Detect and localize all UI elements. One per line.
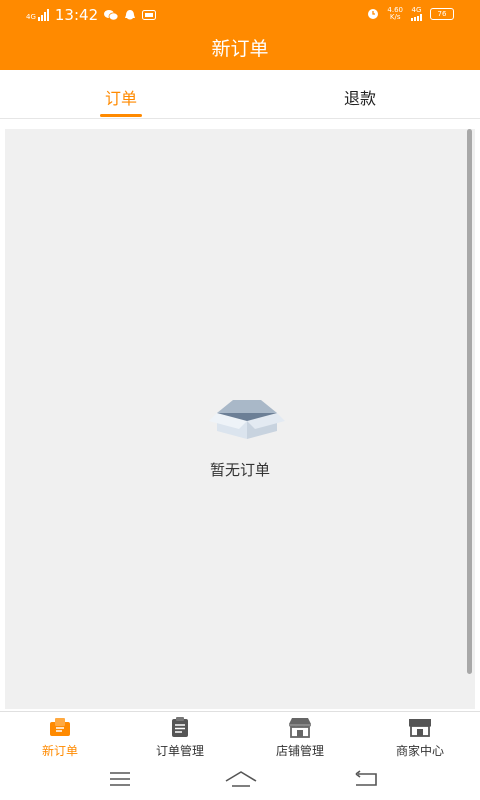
bottom-navigation: 新订单 订单管理 店铺管理 商家中心: [0, 711, 480, 764]
network-indicator: 4G: [26, 9, 49, 21]
active-tab-indicator: [100, 114, 142, 117]
store-icon: [289, 718, 311, 738]
tab-orders[interactable]: 订单: [100, 77, 142, 118]
battery-icon: 76: [430, 8, 454, 20]
nav-item-merchant-center[interactable]: 商家中心: [360, 716, 480, 759]
nav-label-store-management: 店铺管理: [275, 744, 324, 758]
nav-label-merchant-center: 商家中心: [395, 744, 444, 758]
merchant-icon: [409, 719, 431, 737]
battery-level: 76: [437, 10, 447, 18]
title-bar: 新订单: [0, 30, 480, 70]
nav-item-store-management[interactable]: 店铺管理: [240, 716, 360, 759]
app-notification-icon: [142, 10, 157, 20]
network-type: 4G: [26, 13, 36, 21]
nav-item-order-management[interactable]: 订单管理: [120, 716, 240, 759]
nav-label-new-order: 新订单: [41, 744, 78, 758]
back-icon[interactable]: [352, 769, 380, 789]
status-bar: 4G 13:42 4.60 K/s 4G 76: [0, 0, 480, 30]
scrollbar[interactable]: [467, 129, 472, 674]
wechat-icon: [104, 10, 119, 21]
order-list[interactable]: 暂无订单: [5, 129, 475, 709]
new-order-icon: [50, 718, 70, 736]
nav-item-new-order[interactable]: 新订单: [0, 716, 120, 759]
system-navigation-bar: [0, 763, 480, 800]
tab-bar: 订单 退款: [0, 77, 480, 119]
home-icon[interactable]: [224, 769, 258, 791]
net-speed: 4.60 K/s: [387, 6, 403, 21]
tab-refunds[interactable]: 退款: [340, 77, 380, 118]
clipboard-icon: [172, 717, 188, 737]
status-time: 13:42: [54, 6, 99, 24]
network-indicator-right: 4G: [411, 7, 422, 21]
empty-message: 暂无订单: [209, 461, 270, 479]
nav-label-order-management: 订单管理: [155, 744, 204, 758]
page-title: 新订单: [211, 38, 269, 60]
qq-icon: [125, 9, 136, 19]
menu-icon[interactable]: [108, 769, 132, 789]
signal-icon: [411, 14, 422, 21]
alarm-icon: [368, 9, 379, 19]
signal-icon: [37, 9, 49, 21]
empty-box-icon: [209, 400, 285, 439]
